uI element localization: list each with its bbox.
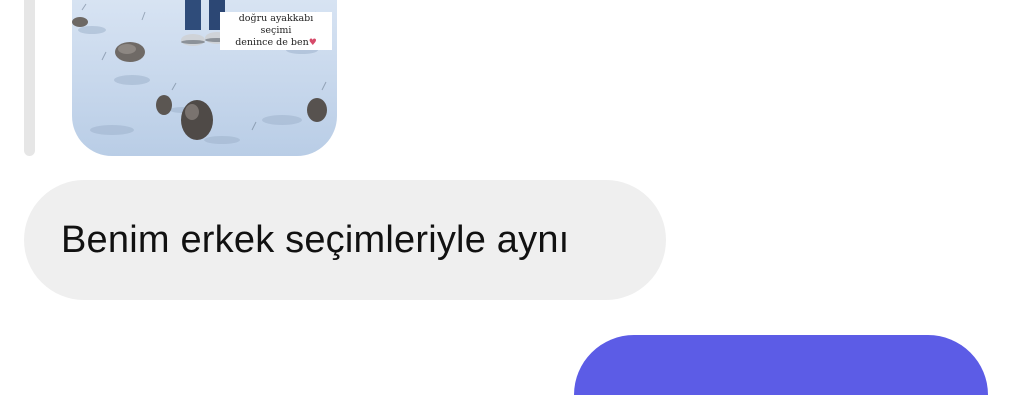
message-text: Benim erkek seçimleriyle aynı — [61, 218, 570, 261]
heart-icon: ♥ — [308, 38, 317, 48]
photo-caption: doğru ayakkabı seçimi denince de ben♥ — [220, 12, 332, 50]
incoming-message-bubble[interactable]: Benim erkek seçimleriyle aynı — [24, 180, 666, 300]
shared-photo[interactable]: doğru ayakkabı seçimi denince de ben♥ — [72, 0, 337, 156]
caption-line-1: doğru ayakkabı seçimi — [238, 13, 314, 36]
reply-indicator-bar — [24, 0, 35, 156]
caption-line-2: denince de ben — [235, 37, 309, 48]
outgoing-message-bubble[interactable] — [574, 335, 988, 395]
